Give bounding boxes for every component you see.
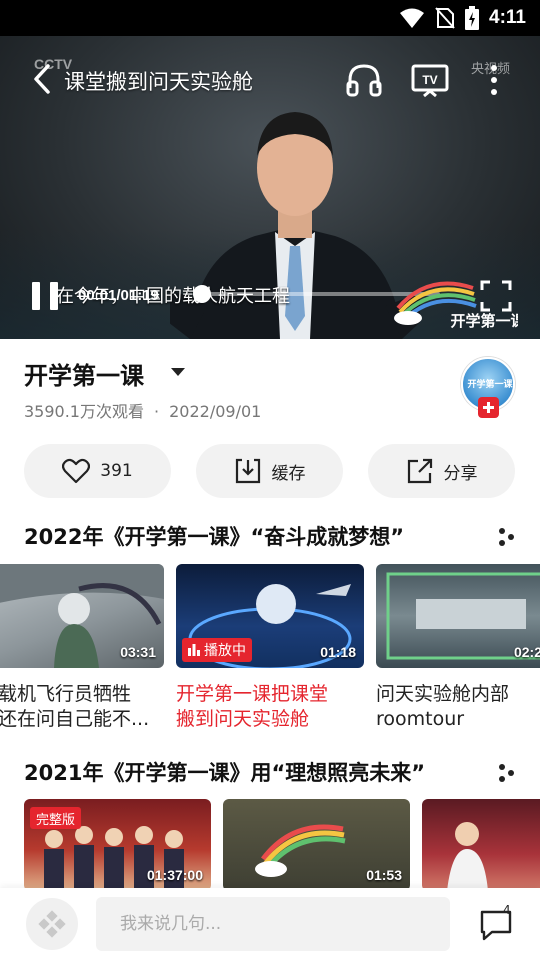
more-icon[interactable] xyxy=(482,60,506,100)
like-count: 391 xyxy=(100,461,133,481)
wifi-icon xyxy=(400,8,425,28)
status-bar: 4:11 xyxy=(0,0,540,36)
meta-separator: · xyxy=(154,402,160,421)
avatar-label: 开学第一课 xyxy=(467,380,513,390)
comment-input[interactable] xyxy=(96,897,450,951)
share-button[interactable]: 分享 xyxy=(368,444,515,498)
heart-icon xyxy=(62,458,91,484)
download-icon xyxy=(235,458,260,484)
video-duration: 02:2 xyxy=(513,644,540,660)
video-duration: 01:53 xyxy=(366,867,402,883)
bottom-bar xyxy=(0,888,540,960)
video-thumbnail[interactable]: 02:2 xyxy=(376,564,540,668)
video-caption-active[interactable]: 开学第一课把课堂 搬到问天实验舱 xyxy=(176,682,364,734)
svg-text:TV: TV xyxy=(422,73,437,87)
app-logo-icon xyxy=(38,910,66,938)
status-icons: 4:11 xyxy=(399,6,526,30)
pause-icon[interactable] xyxy=(30,280,60,312)
video-meta: 3590.1万次观看 · 2022/09/01 xyxy=(24,398,261,422)
section-title-2021: 2021年《开学第一课》用“理想照亮未来” xyxy=(24,761,426,785)
follow-plus-icon[interactable] xyxy=(478,397,499,418)
full-version-badge: 完整版 xyxy=(30,807,82,829)
video-thumbnail[interactable]: 完整版 01:37:00 xyxy=(24,799,211,891)
video-duration: 01:37:00 xyxy=(146,867,203,883)
video-caption[interactable]: 问天实验舱内部 roomtour xyxy=(376,682,540,734)
video-duration: 03:31 xyxy=(120,644,156,660)
share-icon xyxy=(407,458,432,484)
svg-text:开学第一课: 开学第一课 xyxy=(450,312,518,330)
like-button[interactable]: 391 xyxy=(24,444,171,498)
video-caption[interactable]: 载机飞行员牺牲 还在问自己能不... xyxy=(0,682,164,734)
playing-badge: 播放中 xyxy=(182,638,252,662)
program-title[interactable]: 开学第一课 xyxy=(24,356,144,391)
fullscreen-icon[interactable] xyxy=(480,280,512,312)
section-more-icon[interactable] xyxy=(498,527,516,547)
download-button[interactable]: 缓存 xyxy=(196,444,343,498)
view-count: 3590.1万次观看 xyxy=(24,402,144,421)
video-title: 课堂搬到问天实验舱 xyxy=(64,70,253,94)
no-sim-icon xyxy=(435,7,455,29)
section-more-icon[interactable] xyxy=(498,763,516,783)
performer-scene xyxy=(447,822,488,891)
headphones-icon[interactable] xyxy=(344,60,384,100)
video-player[interactable]: CCTV 央视频 课堂搬到问天实验舱 TV 在今年，中国的载人航天工程 00:0… xyxy=(0,36,540,339)
download-label: 缓存 xyxy=(271,463,306,484)
back-icon[interactable] xyxy=(28,62,58,96)
comment-count: 4 xyxy=(503,903,511,917)
video-thumbnail[interactable] xyxy=(422,799,540,891)
video-thumbnail[interactable]: 播放中 01:18 xyxy=(176,564,364,668)
equalizer-icon xyxy=(188,644,200,656)
playback-time: 00:01/01:19 xyxy=(78,287,159,304)
publish-date: 2022/09/01 xyxy=(169,402,262,421)
share-label: 分享 xyxy=(443,463,478,484)
section-title-2022: 2022年《开学第一课》“奋斗成就梦想” xyxy=(24,525,405,549)
app-logo[interactable] xyxy=(26,898,78,950)
tv-cast-icon[interactable]: TV xyxy=(410,60,450,100)
chevron-down-icon[interactable] xyxy=(170,367,186,377)
battery-charging-icon xyxy=(465,6,480,30)
video-thumbnail[interactable]: 03:31 xyxy=(0,564,164,668)
video-thumbnail[interactable]: 01:53 xyxy=(223,799,410,891)
status-time: 4:11 xyxy=(489,7,526,28)
video-duration: 01:18 xyxy=(320,644,356,660)
